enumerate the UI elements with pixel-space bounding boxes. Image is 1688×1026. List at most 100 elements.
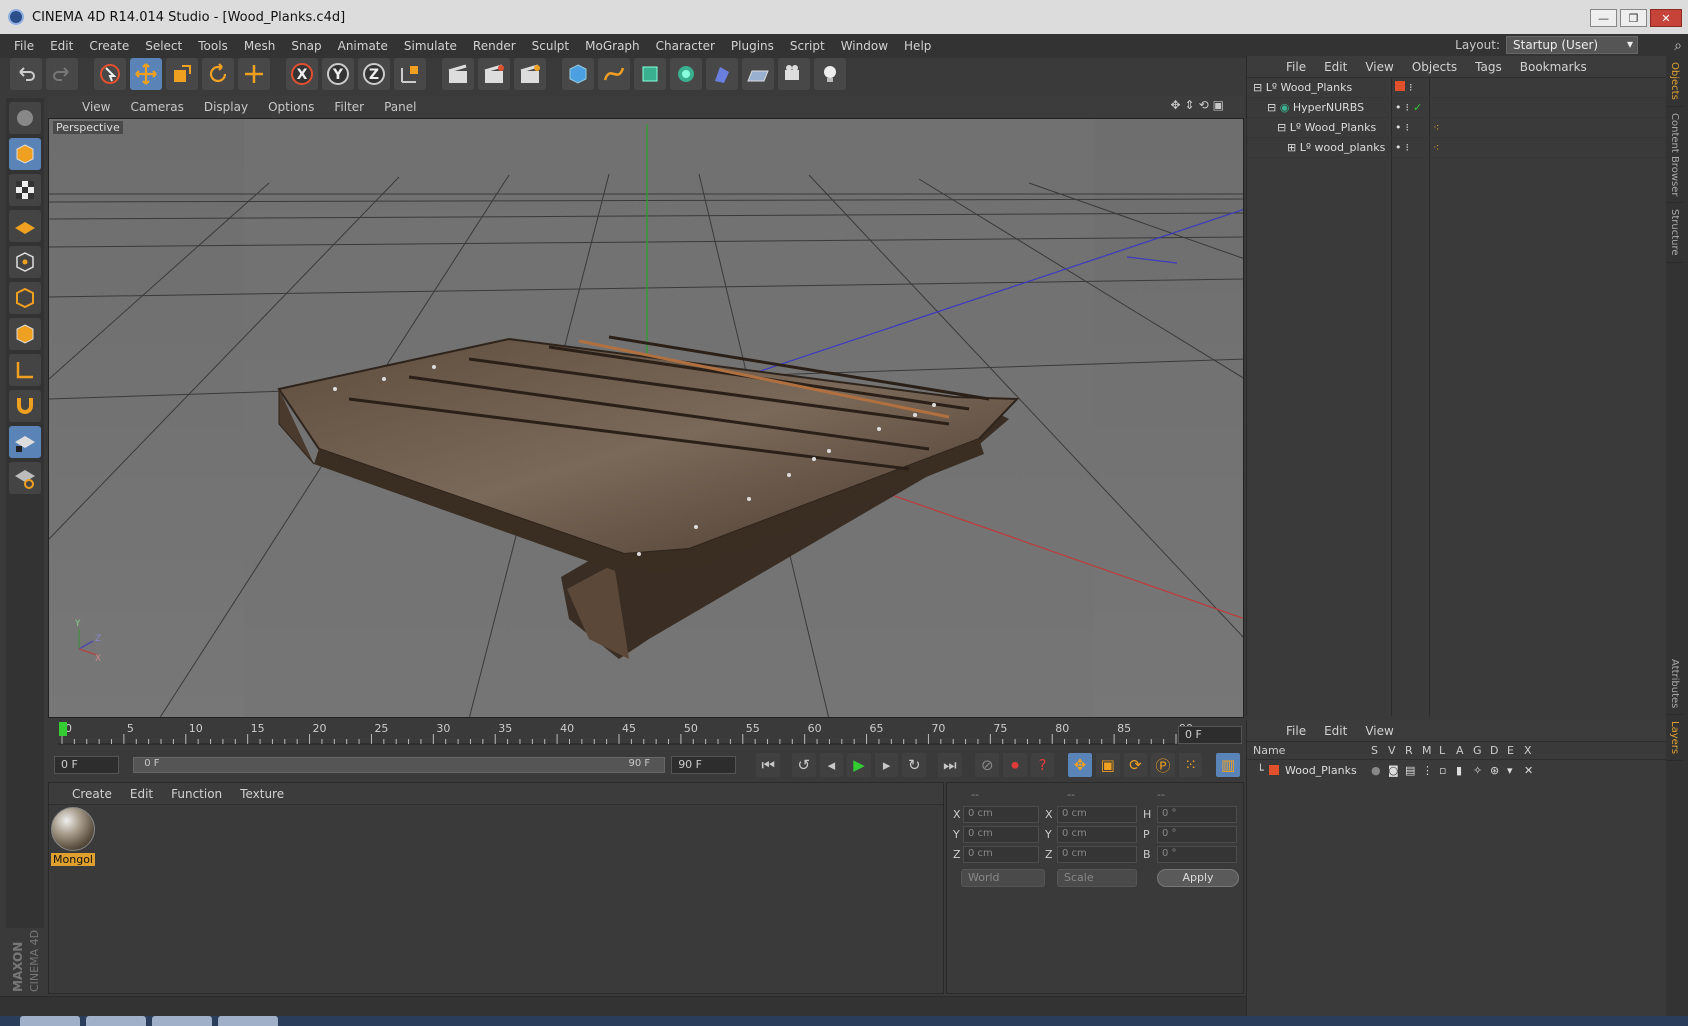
make-editable-button[interactable] <box>9 102 41 134</box>
snap-button[interactable] <box>9 390 41 422</box>
undo-button[interactable] <box>10 58 42 90</box>
axis-mode-button[interactable] <box>9 354 41 386</box>
render-picture-viewer-button[interactable] <box>478 58 510 90</box>
autokey-help-button[interactable]: ? <box>1030 753 1055 777</box>
playhead[interactable] <box>59 722 67 736</box>
om-menu-objects[interactable]: Objects <box>1403 60 1466 74</box>
previous-key-button[interactable]: ↺ <box>791 753 816 777</box>
next-key-button[interactable]: ↻ <box>902 753 927 777</box>
apply-button[interactable]: Apply <box>1157 869 1239 887</box>
key-position-button[interactable]: ✥ <box>1068 753 1092 777</box>
manager-tree-icon[interactable]: ⋮ <box>1422 764 1433 777</box>
lm-menu-edit[interactable]: Edit <box>1315 724 1356 738</box>
polygons-mode-button[interactable] <box>9 318 41 350</box>
record-button[interactable]: ⏺ <box>1003 753 1027 777</box>
mm-menu-texture[interactable]: Texture <box>231 787 293 801</box>
solo-dot-icon[interactable]: ● <box>1371 764 1381 777</box>
add-floor-button[interactable] <box>742 58 774 90</box>
expand-minus-icon[interactable]: ⊟ <box>1253 81 1262 94</box>
z-axis-lock-button[interactable]: Z <box>358 58 390 90</box>
visibility-dot[interactable]: • <box>1395 141 1402 154</box>
eye-icon[interactable]: ◙ <box>1388 764 1399 777</box>
tab-attributes[interactable]: Attributes <box>1666 653 1683 716</box>
search-icon[interactable]: ⌕ <box>1674 38 1682 54</box>
col-xref[interactable]: X <box>1524 744 1532 757</box>
rotate-button[interactable] <box>202 58 234 90</box>
key-pla-button[interactable]: ⁙ <box>1178 753 1203 777</box>
workplane-mode-button[interactable] <box>9 210 41 242</box>
object-row-wood-planks-mesh[interactable]: ⊞ Lº wood_planks • ⁝ ⁖ <box>1247 138 1666 158</box>
locked-workplane-button[interactable] <box>9 462 41 494</box>
vp-menu-filter[interactable]: Filter <box>324 100 374 114</box>
pos-x-field[interactable]: 0 cm <box>963 806 1039 823</box>
close-button[interactable]: ✕ <box>1650 9 1682 27</box>
render-view-button[interactable] <box>442 58 474 90</box>
y-axis-lock-button[interactable]: Y <box>322 58 354 90</box>
add-array-button[interactable] <box>670 58 702 90</box>
col-render[interactable]: R <box>1405 744 1413 757</box>
layout-dropdown[interactable]: Startup (User) <box>1506 36 1638 54</box>
add-camera-button[interactable] <box>778 58 810 90</box>
col-view[interactable]: V <box>1388 744 1396 757</box>
pos-y-field[interactable]: 0 cm <box>963 826 1039 843</box>
frame-range-slider[interactable]: 0 F 90 F <box>133 757 666 773</box>
next-frame-button[interactable]: ▸ <box>874 753 899 777</box>
visibility-dots[interactable]: ⁝ <box>1406 101 1410 114</box>
move-button[interactable] <box>130 58 162 90</box>
add-nurbs-button[interactable] <box>634 58 666 90</box>
col-expressions[interactable]: E <box>1507 744 1514 757</box>
visibility-dot[interactable]: • <box>1395 121 1402 134</box>
start-frame-field[interactable]: 0 F <box>54 756 120 774</box>
render-settings-button[interactable] <box>514 58 546 90</box>
texture-mode-button[interactable] <box>9 174 41 206</box>
layer-color-swatch[interactable] <box>1269 765 1279 775</box>
go-to-end-button[interactable]: ⏭ <box>938 753 962 777</box>
menu-animate[interactable]: Animate <box>330 39 396 53</box>
menu-script[interactable]: Script <box>782 39 833 53</box>
enabled-check-icon[interactable]: ✓ <box>1413 101 1422 114</box>
scale-button[interactable] <box>166 58 198 90</box>
tab-objects[interactable]: Objects <box>1666 56 1683 107</box>
play-button[interactable]: ▶ <box>847 753 871 777</box>
restore-button[interactable]: ❐ <box>1620 9 1647 27</box>
material-swatch[interactable]: Mongol <box>51 807 95 866</box>
om-menu-edit[interactable]: Edit <box>1315 60 1356 74</box>
vp-menu-display[interactable]: Display <box>194 100 258 114</box>
coord-system-dropdown[interactable]: World <box>961 869 1045 887</box>
col-solo[interactable]: S <box>1371 744 1378 757</box>
viewport-canvas[interactable]: Y Z X Perspective <box>48 118 1244 718</box>
menu-file[interactable]: File <box>6 39 42 53</box>
menu-character[interactable]: Character <box>648 39 723 53</box>
layer-row[interactable]: └ Wood_Planks ● ◙ ▤ ⋮ ▫ ▮ ✧ ⊛ ▾ ✕ <box>1247 760 1666 780</box>
go-to-start-button[interactable]: ⏮ <box>756 753 781 777</box>
menu-mesh[interactable]: Mesh <box>236 39 284 53</box>
col-deformers[interactable]: D <box>1490 744 1498 757</box>
key-parameter-button[interactable]: Ⓟ <box>1151 753 1175 777</box>
menu-help[interactable]: Help <box>896 39 939 53</box>
key-scale-button[interactable]: ▣ <box>1095 753 1120 777</box>
om-menu-file[interactable]: File <box>1277 60 1315 74</box>
visibility-dots[interactable]: ⁝ <box>1409 81 1413 94</box>
expand-plus-icon[interactable]: ⊞ <box>1287 141 1296 154</box>
vp-menu-view[interactable]: View <box>72 100 120 114</box>
menu-plugins[interactable]: Plugins <box>723 39 782 53</box>
menu-window[interactable]: Window <box>833 39 896 53</box>
rot-p-field[interactable]: 0 ° <box>1157 826 1237 843</box>
vp-menu-cameras[interactable]: Cameras <box>120 100 193 114</box>
pos-z-field[interactable]: 0 cm <box>963 846 1039 863</box>
taskbar-button[interactable] <box>218 1016 278 1026</box>
col-locked[interactable]: L <box>1439 744 1445 757</box>
expand-minus-icon[interactable]: ⊟ <box>1267 101 1276 114</box>
taskbar-button[interactable] <box>86 1016 146 1026</box>
material-tag-icon[interactable]: ⁖ <box>1433 121 1439 134</box>
transform-button[interactable] <box>238 58 270 90</box>
expand-minus-icon[interactable]: ⊟ <box>1277 121 1286 134</box>
object-row-hypernurbs[interactable]: ⊟ ◉ HyperNURBS • ⁝ ✓ <box>1247 98 1666 118</box>
size-z-field[interactable]: 0 cm <box>1057 846 1137 863</box>
model-mode-button[interactable] <box>9 138 41 170</box>
add-deformer-button[interactable] <box>706 58 738 90</box>
coordinate-system-button[interactable] <box>394 58 426 90</box>
tab-structure[interactable]: Structure <box>1666 203 1683 263</box>
expression-icon[interactable]: ▾ <box>1507 764 1513 777</box>
vp-menu-panel[interactable]: Panel <box>374 100 426 114</box>
